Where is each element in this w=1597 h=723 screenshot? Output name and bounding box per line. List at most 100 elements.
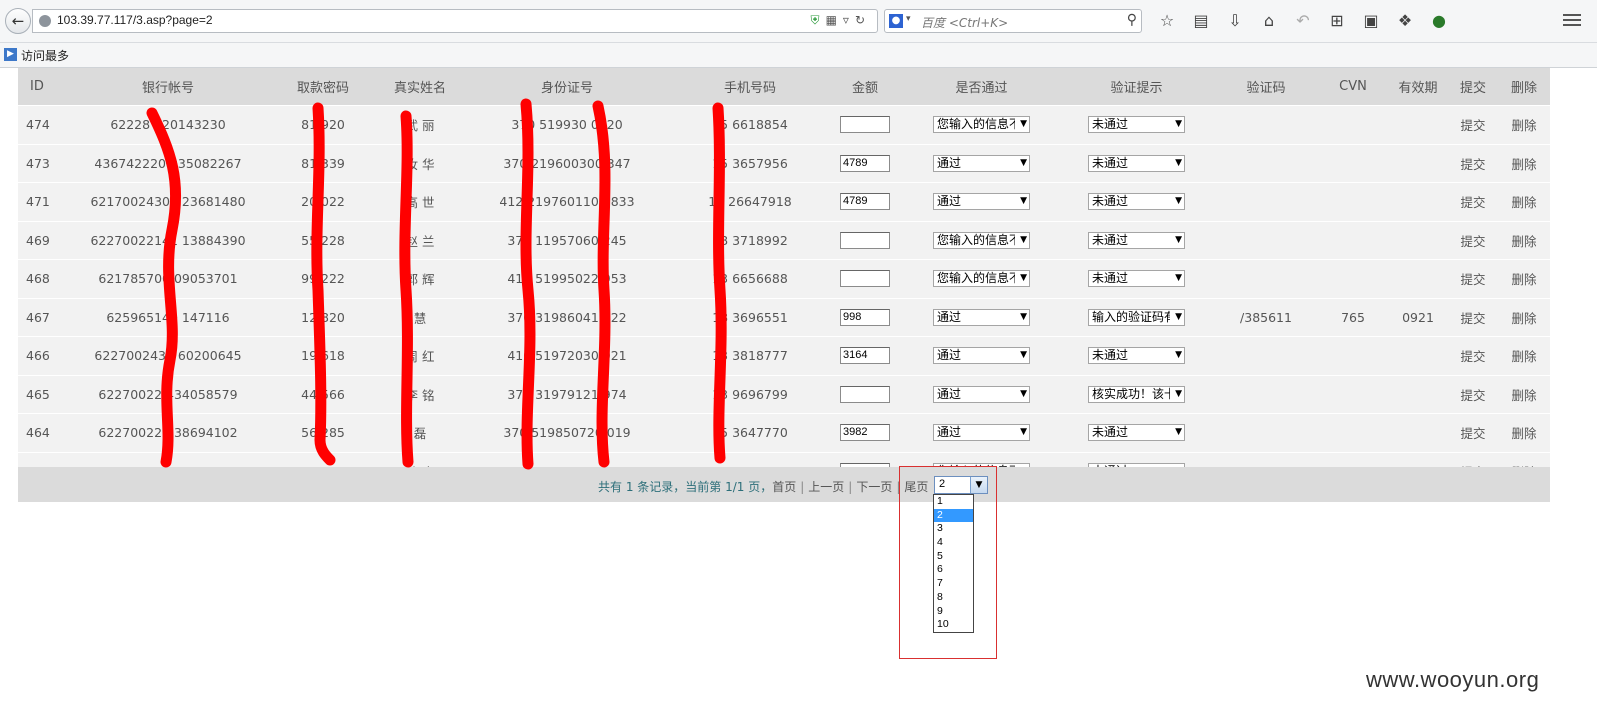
chevron-down-icon[interactable]: ▼ xyxy=(1020,233,1027,248)
chevron-down-icon[interactable]: ▼ xyxy=(1175,194,1182,209)
url-bar[interactable]: 103.39.77.117/3.asp?page=2 ⛨▦▿↻ xyxy=(32,9,878,33)
chevron-down-icon[interactable]: ▼ xyxy=(1175,117,1182,132)
submit-link[interactable]: 提交 xyxy=(1448,105,1498,144)
amount-input[interactable] xyxy=(840,270,890,288)
hint-select[interactable]: 未通过 ▼ xyxy=(1088,116,1185,134)
chevron-down-icon[interactable]: ▼ xyxy=(1175,310,1182,325)
chevron-down-icon[interactable]: ▼ xyxy=(1020,156,1027,171)
qr-icon[interactable]: ▦ xyxy=(826,13,843,27)
url-text[interactable]: 103.39.77.117/3.asp?page=2 xyxy=(57,13,213,27)
chevron-down-icon[interactable]: ▼ xyxy=(1175,348,1182,363)
cell-cvn xyxy=(1318,182,1388,221)
chevron-down-icon[interactable]: ▼ xyxy=(1175,387,1182,402)
download-icon[interactable]: ⇩ xyxy=(1218,11,1252,30)
passed-select[interactable]: 您输入的信息不 ▼ xyxy=(933,270,1030,288)
reader-icon[interactable]: ▤ xyxy=(1184,11,1218,30)
passed-select[interactable]: 您输入的信息不 ▼ xyxy=(933,116,1030,134)
submit-link[interactable]: 提交 xyxy=(1448,374,1498,414)
cell-phone: 15 6618854 xyxy=(674,105,826,144)
chevron-down-icon[interactable]: ▼ xyxy=(1020,387,1027,402)
submit-link[interactable]: 提交 xyxy=(1448,297,1498,337)
amount-input[interactable]: 4789 xyxy=(840,154,890,172)
cell-expiry xyxy=(1388,374,1448,414)
passed-select[interactable]: 通过 ▼ xyxy=(933,347,1030,365)
delete-link[interactable]: 删除 xyxy=(1498,220,1550,260)
delete-link[interactable]: 删除 xyxy=(1498,259,1550,298)
chevron-down-icon[interactable]: ▼ xyxy=(1020,117,1027,132)
hint-select[interactable]: 输入的验证码有 ▼ xyxy=(1088,308,1185,326)
chevron-down-icon[interactable]: ▼ xyxy=(1020,425,1027,440)
star-icon[interactable]: ☆ xyxy=(1150,11,1184,30)
submit-link[interactable]: 提交 xyxy=(1448,143,1498,183)
amount-input[interactable]: 3164 xyxy=(840,347,890,365)
amount-input[interactable]: 998 xyxy=(840,308,890,326)
submit-link[interactable]: 提交 xyxy=(1448,182,1498,221)
chevron-down-icon[interactable]: ▼ xyxy=(1175,156,1182,171)
hint-select[interactable]: 未通过 ▼ xyxy=(1088,347,1185,365)
crop-icon[interactable]: ⊞ xyxy=(1320,11,1354,30)
amount-input[interactable] xyxy=(840,116,890,134)
hint-select[interactable]: 未通过 ▼ xyxy=(1088,270,1185,288)
amount-input[interactable]: 3982 xyxy=(840,424,890,442)
chevron-down-icon[interactable]: ▾ xyxy=(906,14,911,24)
passed-select[interactable]: 通过 ▼ xyxy=(933,424,1030,442)
chevron-down-icon[interactable]: ▼ xyxy=(1175,271,1182,286)
submit-link[interactable]: 提交 xyxy=(1448,259,1498,298)
first-page-link[interactable]: 首页 xyxy=(772,480,796,494)
delete-link[interactable]: 删除 xyxy=(1498,374,1550,414)
hint-select[interactable]: 核实成功！该卡 ▼ xyxy=(1088,385,1185,403)
addon-icon[interactable]: ● xyxy=(1422,11,1456,30)
hint-select[interactable]: 未通过 ▼ xyxy=(1088,193,1185,211)
hint-select[interactable]: 未通过 ▼ xyxy=(1088,424,1185,442)
home-icon[interactable]: ⌂ xyxy=(1252,11,1286,30)
cell-hint: 未通过 ▼ xyxy=(1059,336,1214,375)
undo-icon[interactable]: ↶ xyxy=(1286,11,1320,30)
chevron-down-icon[interactable]: ▼ xyxy=(1020,348,1027,363)
delete-link[interactable]: 删除 xyxy=(1498,413,1550,452)
bookmark-most-visited[interactable]: 访问最多 xyxy=(21,47,69,64)
delete-link[interactable]: 删除 xyxy=(1498,143,1550,183)
col-header-cvn: CVN xyxy=(1318,68,1388,106)
col-header-name: 真实姓名 xyxy=(380,68,460,106)
submit-link[interactable]: 提交 xyxy=(1448,220,1498,260)
cell-name: 磊 xyxy=(380,413,460,452)
delete-link[interactable]: 删除 xyxy=(1498,182,1550,221)
hint-select[interactable]: 未通过 ▼ xyxy=(1088,231,1185,249)
search-input[interactable]: 百度 <Ctrl+K> xyxy=(921,14,1008,31)
passed-select[interactable]: 通过 ▼ xyxy=(933,308,1030,326)
search-bar[interactable]: ● ▾ 百度 <Ctrl+K> ⚲ xyxy=(884,9,1142,33)
chevron-down-icon[interactable]: ▼ xyxy=(1020,271,1027,286)
cell-phone: 13 6656688 xyxy=(674,259,826,298)
shield-icon[interactable]: ⛨ xyxy=(811,13,826,27)
amount-input[interactable] xyxy=(840,231,890,249)
back-icon[interactable]: ← xyxy=(5,8,31,34)
hint-select[interactable]: 未通过 ▼ xyxy=(1088,154,1185,172)
chevron-down-icon[interactable]: ▼ xyxy=(1175,233,1182,248)
delete-link[interactable]: 删除 xyxy=(1498,105,1550,144)
reload-icon[interactable]: ↻ xyxy=(855,13,871,27)
passed-select[interactable]: 通过 ▼ xyxy=(933,154,1030,172)
chevron-down-icon[interactable]: ▼ xyxy=(1020,310,1027,325)
amount-input[interactable] xyxy=(840,385,890,403)
amount-input[interactable]: 4789 xyxy=(840,193,890,211)
dropdown-icon[interactable]: ▿ xyxy=(843,13,855,27)
delete-link[interactable]: 删除 xyxy=(1498,297,1550,337)
passed-select[interactable]: 通过 ▼ xyxy=(933,385,1030,403)
passed-select[interactable]: 您输入的信息不 ▼ xyxy=(933,231,1030,249)
window-icon[interactable]: ▣ xyxy=(1354,11,1388,30)
cell-id: 474 xyxy=(18,105,70,144)
passed-select[interactable]: 通过 ▼ xyxy=(933,193,1030,211)
baidu-icon[interactable]: ● xyxy=(889,14,903,28)
submit-link[interactable]: 提交 xyxy=(1448,413,1498,452)
chevron-down-icon[interactable]: ▼ xyxy=(1175,425,1182,440)
prev-page-link[interactable]: 上一页 xyxy=(808,480,844,494)
extension-icon[interactable]: ❖ xyxy=(1388,11,1422,30)
next-page-link[interactable]: 下一页 xyxy=(856,480,892,494)
delete-link[interactable]: 删除 xyxy=(1498,336,1550,375)
cell-account: 62270022 434058579 xyxy=(70,374,266,414)
menu-icon[interactable] xyxy=(1563,12,1581,28)
search-icon[interactable]: ⚲ xyxy=(1127,12,1137,28)
submit-link[interactable]: 提交 xyxy=(1448,336,1498,375)
chevron-down-icon[interactable]: ▼ xyxy=(1020,194,1027,209)
cell-password: 12 820 xyxy=(266,297,380,337)
